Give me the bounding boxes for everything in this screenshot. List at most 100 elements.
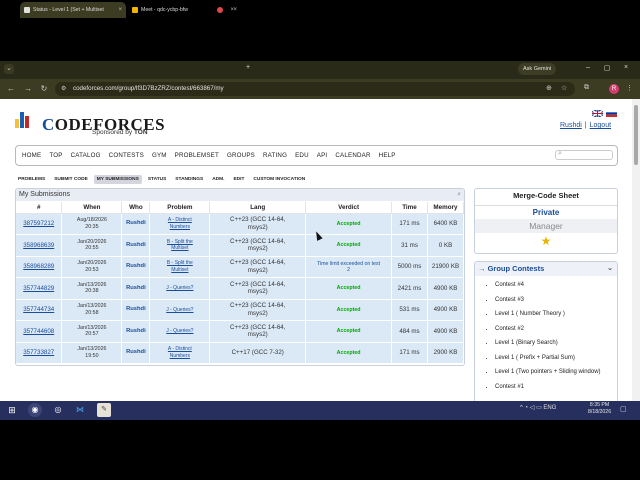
profile-avatar[interactable]: R	[609, 84, 619, 94]
group-contest-item[interactable]: Contest #1	[495, 384, 615, 392]
submission-id-link[interactable]: 357744734	[23, 306, 54, 313]
russian-flag-icon[interactable]	[606, 110, 617, 117]
group-contest-item[interactable]: Level 1 (Binary Search)	[495, 340, 615, 348]
logout-link[interactable]: Logout	[590, 122, 611, 129]
maximize-icon[interactable]: ▢	[601, 64, 613, 72]
chevron-down-icon[interactable]: ⌄	[607, 262, 613, 276]
who-link[interactable]: Rushdi	[126, 263, 146, 269]
group-contest-item[interactable]: Contest #2	[495, 326, 615, 334]
new-tab-icon[interactable]: +	[242, 64, 254, 71]
scrollbar-thumb[interactable]	[634, 105, 638, 165]
who-link[interactable]: Rushdi	[126, 328, 146, 334]
submenu-my-submissions[interactable]: MY SUBMISSIONS	[93, 175, 142, 184]
notepad-icon[interactable]: ✎	[97, 403, 111, 417]
verdict-text[interactable]: Accepted	[337, 307, 361, 313]
minimize-icon[interactable]: –	[582, 64, 594, 71]
group-contest-item[interactable]: Contest #3	[495, 297, 615, 305]
group-contests-header[interactable]: → Group Contests ⌄	[475, 262, 617, 276]
menu-dots-icon[interactable]: ⋮	[626, 84, 633, 92]
group-contest-item[interactable]: Contest #4	[495, 282, 615, 290]
filter-search-icon[interactable]: ⌕	[457, 189, 461, 201]
problem-link[interactable]: B - Split the	[167, 239, 193, 245]
favorite-star-icon[interactable]: ★	[475, 234, 617, 248]
sheet-title[interactable]: Merge-Code Sheet	[475, 191, 617, 200]
problem-link[interactable]: A - Distinct	[168, 217, 192, 223]
input-language[interactable]: ENG	[543, 405, 556, 411]
submenu-adm[interactable]: ADM.	[209, 175, 227, 184]
group-contest-item[interactable]: Level 1 ( Number Theory )	[495, 311, 615, 319]
problem-link-cont[interactable]: Numbers	[170, 224, 190, 230]
submission-id-link[interactable]: 358968289	[23, 263, 54, 270]
problem-link[interactable]: J - Queries?	[166, 285, 193, 291]
who-link[interactable]: Rushdi	[126, 220, 146, 226]
tab-status[interactable]: Status - Level 1 (Set + Multiset ×	[20, 2, 126, 18]
menu-rating[interactable]: RATING	[263, 152, 287, 159]
verdict-text[interactable]: Accepted	[337, 221, 361, 227]
ask-gemini-button[interactable]: Ask Gemini	[518, 63, 557, 75]
window-close-icon[interactable]: ×	[620, 64, 632, 71]
menu-calendar[interactable]: CALENDAR	[335, 152, 370, 159]
submission-id-link[interactable]: 357744608	[23, 328, 54, 335]
submission-id-link[interactable]: 357744829	[23, 285, 54, 292]
verdict-text[interactable]: Time limit exceeded on test	[317, 261, 380, 267]
problem-link-cont[interactable]: Numbers	[170, 353, 190, 359]
reload-icon[interactable]: ↻	[39, 84, 49, 94]
problem-link[interactable]: A - Distinct	[168, 346, 192, 352]
menu-top[interactable]: TOP	[49, 152, 62, 159]
menu-help[interactable]: HELP	[379, 152, 396, 159]
problem-link-cont[interactable]: Multiset	[171, 267, 188, 273]
menu-problemset[interactable]: PROBLEMSET	[175, 152, 219, 159]
who-link[interactable]: Rushdi	[126, 242, 146, 248]
problem-link[interactable]: J - Queries?	[166, 328, 193, 334]
verdict-text[interactable]: Accepted	[337, 350, 361, 356]
verdict-text[interactable]: Accepted	[337, 328, 361, 334]
who-link[interactable]: Rushdi	[126, 349, 146, 355]
codeforces-logo-icon[interactable]	[15, 112, 29, 128]
submission-id-link[interactable]: 358968639	[23, 242, 54, 249]
menu-edu[interactable]: EDU	[295, 152, 309, 159]
submission-id-link[interactable]: 357733827	[23, 349, 54, 356]
problem-link[interactable]: J - Queries?	[166, 307, 193, 313]
close-icon[interactable]: ×	[118, 7, 122, 13]
menu-catalog[interactable]: CATALOG	[71, 152, 101, 159]
forward-icon[interactable]: →	[23, 84, 33, 94]
submenu-problems[interactable]: PROBLEMS	[15, 175, 48, 184]
group-contest-item[interactable]: Level 1 (Two pointers + Sliding window)	[495, 369, 615, 377]
extensions-icon[interactable]: ⧉	[584, 84, 589, 92]
group-contest-item[interactable]: Level 1 ( Prefix + Partial Sum)	[495, 355, 615, 363]
submission-id-link[interactable]: 387597212	[23, 220, 54, 227]
problem-link-cont[interactable]: Multiset	[171, 245, 188, 251]
submenu-status[interactable]: STATUS	[145, 175, 169, 184]
who-link[interactable]: Rushdi	[126, 306, 146, 312]
menu-api[interactable]: API	[317, 152, 328, 159]
submenu-submit-code[interactable]: SUBMIT CODE	[51, 175, 91, 184]
back-icon[interactable]: ←	[6, 84, 16, 94]
menu-groups[interactable]: GROUPS	[227, 152, 255, 159]
problem-link[interactable]: B - Split the	[167, 260, 193, 266]
submenu-custom-invocation[interactable]: CUSTOM INVOCATION	[250, 175, 308, 184]
submenu-edit[interactable]: EDIT	[230, 175, 247, 184]
vscode-icon[interactable]: ⋈	[73, 403, 87, 417]
close-icon[interactable]: ×	[233, 7, 237, 13]
chrome-icon[interactable]: ◉	[28, 403, 42, 417]
bookmark-star-icon[interactable]: ☆	[561, 84, 567, 92]
clock[interactable]: 8:35 PM 8/18/2026	[588, 402, 611, 417]
tab-search-chevron-icon[interactable]: ⌄	[4, 64, 14, 74]
verdict-text[interactable]: Accepted	[337, 242, 361, 248]
verdict-text[interactable]: Accepted	[337, 285, 361, 291]
menu-contests[interactable]: CONTESTS	[109, 152, 144, 159]
submenu-standings[interactable]: STANDINGS	[172, 175, 206, 184]
obs-icon[interactable]: ◎	[51, 403, 65, 417]
zoom-icon[interactable]: ⊕	[546, 84, 552, 92]
url-input[interactable]: ⚙ codeforces.com/group/lf3D7BzZRZ/contes…	[55, 82, 575, 96]
site-info-icon[interactable]: ⚙	[61, 82, 66, 96]
who-link[interactable]: Rushdi	[126, 285, 146, 291]
windows-start-icon[interactable]: ⊞	[5, 403, 19, 417]
search-input[interactable]: ⌕	[555, 150, 613, 160]
english-flag-icon[interactable]	[592, 110, 603, 117]
tab-recording[interactable]: ×	[213, 2, 241, 18]
menu-gym[interactable]: GYM	[152, 152, 167, 159]
notification-icon[interactable]: ▢	[620, 405, 627, 413]
user-profile-link[interactable]: Rushdi	[560, 122, 582, 129]
menu-home[interactable]: HOME	[22, 152, 41, 159]
